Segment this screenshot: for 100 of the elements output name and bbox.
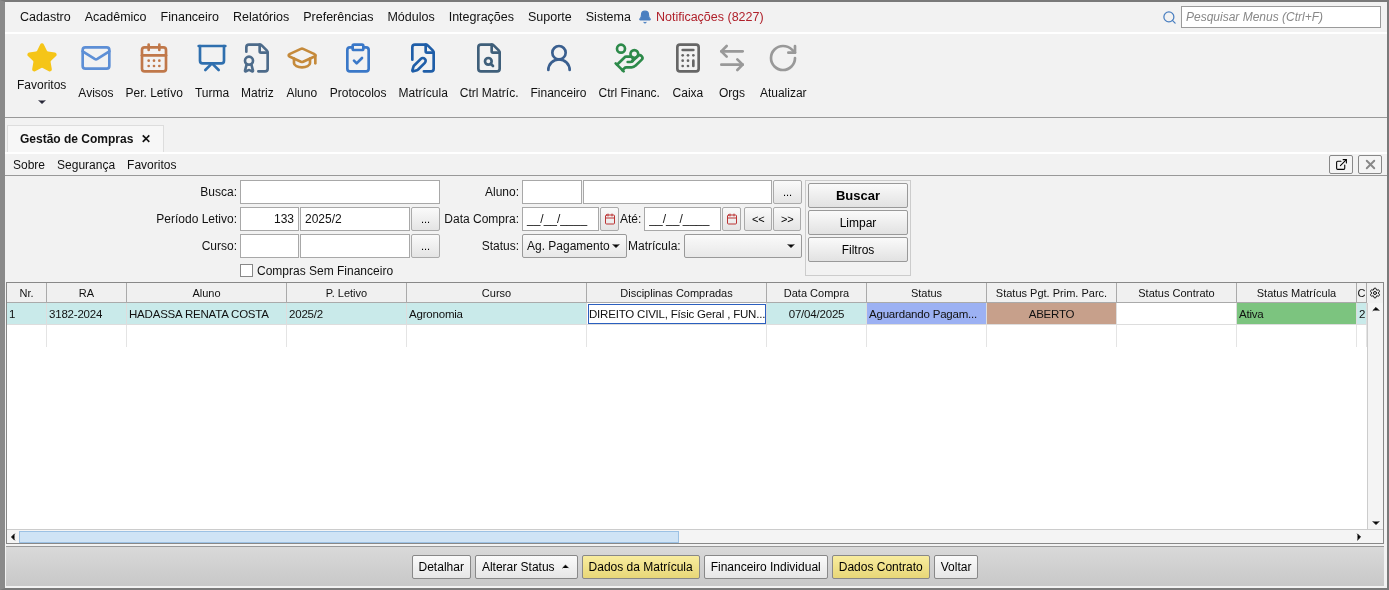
close-button[interactable]: [1358, 155, 1382, 174]
field-label: Curso:: [200, 239, 238, 253]
column-header[interactable]: Nr.: [7, 283, 47, 303]
bell-icon: [637, 10, 652, 24]
field-label: Matrícula:: [628, 239, 682, 253]
toolbar-button[interactable]: Favoritos: [11, 42, 73, 108]
student-name-field[interactable]: [583, 180, 772, 204]
presentation-icon: [196, 42, 228, 74]
table-cell: DIREITO CIVIL, Físic Geral , FUN...: [587, 303, 767, 325]
column-header[interactable]: Data Compra: [767, 283, 867, 303]
vertical-scrollbar[interactable]: [1367, 303, 1383, 529]
field-label: Até:: [620, 212, 643, 226]
column-header[interactable]: Aluno: [127, 283, 287, 303]
settings-button[interactable]: [1367, 283, 1383, 303]
toolbar-button[interactable]: Caixa: [665, 42, 710, 100]
submenu-item[interactable]: Favoritos: [123, 157, 185, 172]
toolbar-button[interactable]: Matriz: [235, 42, 280, 100]
field-label: Aluno:: [483, 185, 520, 199]
table-cell: 2025/2: [287, 303, 407, 325]
search-field[interactable]: [240, 180, 440, 204]
footer-button[interactable]: Voltar: [933, 554, 979, 579]
column-header[interactable]: Status Matrícula: [1237, 283, 1357, 303]
column-header[interactable]: Status Pgt. Prim. Parc.: [987, 283, 1117, 303]
horizontal-scrollbar[interactable]: [7, 529, 1383, 543]
settings-icon: [1369, 287, 1381, 299]
close-button[interactable]: ✕: [141, 132, 152, 146]
period-name-field[interactable]: 2025/2: [300, 207, 410, 231]
toolbar-button[interactable]: Per. Letívo: [119, 42, 189, 100]
menu-item[interactable]: Preferências: [296, 10, 381, 24]
next-button[interactable]: >>: [773, 207, 802, 231]
column-header[interactable]: Status: [867, 283, 987, 303]
table-cell: Agronomia: [407, 303, 587, 325]
table-cell: 3182-2024: [47, 303, 127, 325]
field-label: Período Letivo:: [155, 212, 238, 226]
status-select[interactable]: Ag. Pagamento: [522, 234, 627, 258]
table-cell: Ativa: [1237, 303, 1357, 325]
menu-item[interactable]: Suporte: [521, 10, 579, 24]
tab-label: Gestão de Compras: [20, 132, 134, 146]
menu-item[interactable]: Sistema: [578, 10, 638, 24]
menu-item[interactable]: Relatórios: [225, 10, 297, 24]
menu-item[interactable]: Integrações: [441, 10, 521, 24]
toolbar-button[interactable]: Ctrl Financ.: [592, 42, 666, 100]
footer-button[interactable]: Financeiro Individual: [703, 554, 828, 579]
toolbar-button[interactable]: Ctrl Matríc.: [453, 42, 525, 100]
menu-item[interactable]: Acadêmico: [77, 10, 154, 24]
course-name-field[interactable]: [300, 234, 410, 258]
toolbar-button[interactable]: Matrícula: [392, 42, 454, 100]
calendar-button[interactable]: [722, 207, 742, 231]
footer-button[interactable]: Dados Contrato: [831, 554, 930, 579]
enrollment-select[interactable]: [683, 234, 802, 258]
column-header[interactable]: Curso: [407, 283, 587, 303]
checkbox-label: Compras Sem Financeiro: [257, 263, 394, 278]
lookup-button[interactable]: ...: [411, 207, 440, 231]
period-code-field[interactable]: 133: [240, 207, 299, 231]
previous-button[interactable]: <<: [744, 207, 773, 231]
menu-search-field[interactable]: Pesquisar Menus (Ctrl+F): [1181, 6, 1381, 28]
star-icon: [25, 42, 58, 74]
footer-button[interactable]: Detalhar: [411, 554, 471, 579]
calendar-button[interactable]: [600, 207, 619, 231]
footer-button[interactable]: Alterar Status: [474, 554, 578, 579]
detach-button[interactable]: [1329, 155, 1353, 174]
menu-item[interactable]: Financeiro: [153, 10, 226, 24]
student-code-field[interactable]: [522, 180, 582, 204]
submenu-item[interactable]: Segurança: [53, 157, 124, 172]
action-button[interactable]: Buscar: [808, 183, 908, 208]
hand-coins-icon: [613, 42, 646, 74]
footer-button[interactable]: Dados da Matrícula: [581, 554, 700, 579]
menu-item[interactable]: Cadastro: [13, 10, 78, 24]
lookup-button[interactable]: ...: [773, 180, 802, 204]
column-header[interactable]: Disciplinas Compradas: [587, 283, 767, 303]
date-field[interactable]: __/__/____: [644, 207, 722, 231]
toolbar-button[interactable]: Turma: [188, 42, 236, 100]
date-field[interactable]: __/__/____: [522, 207, 599, 231]
toolbar-button[interactable]: Avisos: [72, 42, 120, 100]
toolbar-button[interactable]: Financeiro: [524, 42, 593, 100]
checkbox[interactable]: [240, 264, 253, 277]
table-cell: 07/04/2025: [767, 303, 867, 325]
menu-item[interactable]: Módulos: [380, 10, 442, 24]
field-label: Status:: [480, 239, 520, 253]
toolbar-button[interactable]: Protocolos: [323, 42, 393, 100]
action-button[interactable]: Filtros: [808, 237, 908, 262]
table-cell: ABERTO: [987, 303, 1117, 325]
tab[interactable]: Gestão de Compras ✕: [7, 125, 165, 152]
calendar-icon: [603, 213, 616, 225]
notifications-link[interactable]: Notificações (8227): [655, 10, 764, 24]
toolbar-button[interactable]: Aluno: [279, 42, 324, 100]
submenu-item[interactable]: Sobre: [9, 157, 54, 172]
column-header[interactable]: P. Letivo: [287, 283, 407, 303]
search-icon: [1162, 9, 1177, 25]
column-header[interactable]: Status Contrato: [1117, 283, 1237, 303]
field-label: Data Compra:: [443, 212, 520, 226]
lookup-button[interactable]: ...: [411, 234, 440, 258]
table-cell: Aguardando Pagam...: [867, 303, 987, 325]
column-header[interactable]: RA: [47, 283, 127, 303]
table-cell: HADASSA RENATA COSTA: [127, 303, 287, 325]
field-label: Busca:: [199, 185, 238, 199]
course-code-field[interactable]: [240, 234, 299, 258]
action-button[interactable]: Limpar: [808, 210, 908, 235]
table-cell: 1: [7, 303, 47, 325]
external-link-icon: [1334, 158, 1348, 171]
